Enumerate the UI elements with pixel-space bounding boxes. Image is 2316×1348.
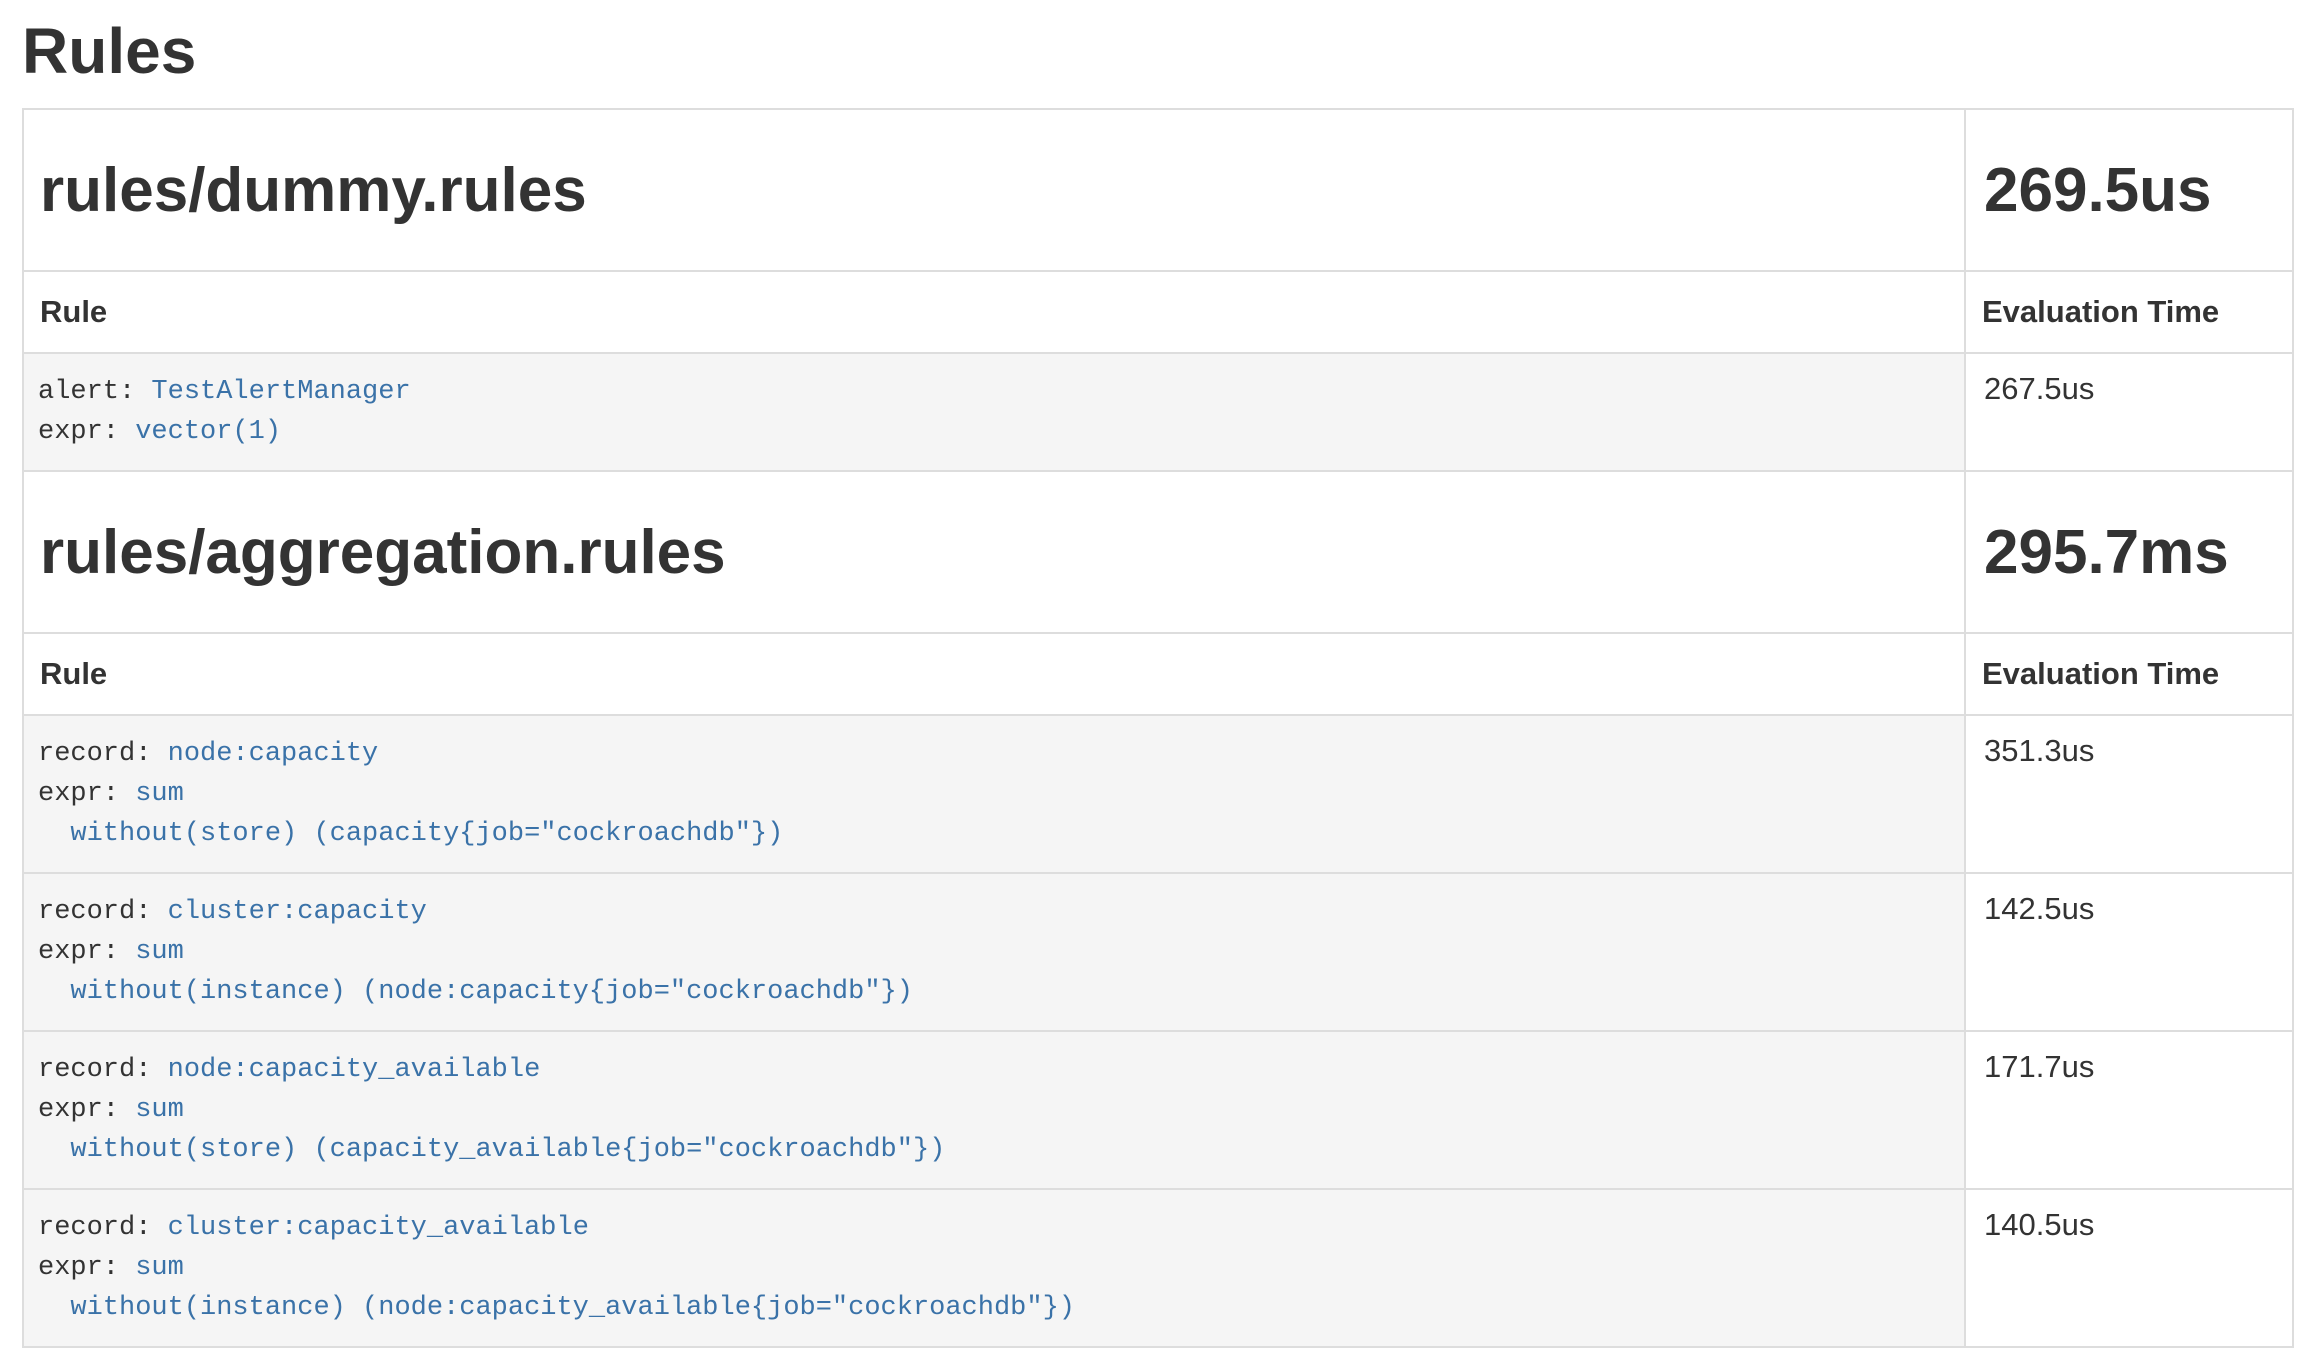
column-header-row: RuleEvaluation Time	[23, 633, 2293, 715]
page-title: Rules	[22, 16, 2294, 86]
rule-expression-link[interactable]: vector(1)	[135, 417, 281, 447]
rule-row: record: node:capacity_available expr: su…	[23, 1031, 2293, 1189]
rule-expression-link[interactable]: sum	[135, 1253, 184, 1283]
rule-row: alert: TestAlertManager expr: vector(1) 2…	[23, 353, 2293, 471]
rule-expression-link[interactable]: without(instance) (node:capacity{job="co…	[38, 977, 913, 1007]
evaluation-time-cell: 140.5us	[1965, 1189, 2293, 1347]
evaluation-time-cell: 267.5us	[1965, 353, 2293, 471]
evaluation-time-cell: 351.3us	[1965, 715, 2293, 873]
rule-expression-link[interactable]: node:capacity	[168, 739, 379, 769]
rule-field-label: expr:	[38, 779, 135, 809]
rule-expression-link[interactable]: sum	[135, 779, 184, 809]
rule-code: record: node:capacity expr: sum without(…	[38, 739, 783, 849]
evaluation-time-cell: 171.7us	[1965, 1031, 2293, 1189]
rule-group-title: rules/aggregation.rules	[23, 471, 1965, 633]
rule-field-label: record:	[38, 897, 168, 927]
rule-cell: alert: TestAlertManager expr: vector(1)	[23, 353, 1965, 471]
evaluation-time-cell: 142.5us	[1965, 873, 2293, 1031]
rules-page: Rules rules/dummy.rules269.5usRuleEvalua…	[0, 16, 2316, 1348]
rule-cell: record: cluster:capacity expr: sum witho…	[23, 873, 1965, 1031]
rule-row: record: node:capacity expr: sum without(…	[23, 715, 2293, 873]
rule-cell: record: node:capacity_available expr: su…	[23, 1031, 1965, 1189]
rule-expression-link[interactable]: cluster:capacity	[168, 897, 427, 927]
rule-expression-link[interactable]: TestAlertManager	[151, 377, 410, 407]
rule-code: record: cluster:capacity expr: sum witho…	[38, 897, 913, 1007]
column-header-evaluation-time: Evaluation Time	[1965, 633, 2293, 715]
rule-expression-link[interactable]: cluster:capacity_available	[168, 1213, 589, 1243]
column-header-rule: Rule	[23, 633, 1965, 715]
rule-expression-link[interactable]: without(instance) (node:capacity_availab…	[38, 1293, 1075, 1323]
rule-field-label: record:	[38, 739, 168, 769]
rule-group-evaluation-total: 295.7ms	[1965, 471, 2293, 633]
column-header-evaluation-time: Evaluation Time	[1965, 271, 2293, 353]
rule-expression-link[interactable]: without(store) (capacity_available{job="…	[38, 1135, 945, 1165]
rule-field-label: expr:	[38, 417, 135, 447]
rule-group-evaluation-total: 269.5us	[1965, 109, 2293, 271]
rule-cell: record: cluster:capacity_available expr:…	[23, 1189, 1965, 1347]
rule-group-header-row: rules/aggregation.rules295.7ms	[23, 471, 2293, 633]
rule-code: record: cluster:capacity_available expr:…	[38, 1213, 1075, 1323]
rule-field-label: expr:	[38, 937, 135, 967]
rule-field-label: alert:	[38, 377, 151, 407]
rules-table: rules/dummy.rules269.5usRuleEvaluation T…	[22, 108, 2294, 1348]
rule-code: record: node:capacity_available expr: su…	[38, 1055, 945, 1165]
rules-table-body: rules/dummy.rules269.5usRuleEvaluation T…	[23, 109, 2293, 1347]
rule-field-label: record:	[38, 1213, 168, 1243]
rule-group-header-row: rules/dummy.rules269.5us	[23, 109, 2293, 271]
rule-expression-link[interactable]: sum	[135, 1095, 184, 1125]
rule-field-label: expr:	[38, 1253, 135, 1283]
rule-row: record: cluster:capacity_available expr:…	[23, 1189, 2293, 1347]
rule-row: record: cluster:capacity expr: sum witho…	[23, 873, 2293, 1031]
rule-expression-link[interactable]: sum	[135, 937, 184, 967]
rule-cell: record: node:capacity expr: sum without(…	[23, 715, 1965, 873]
rule-field-label: expr:	[38, 1095, 135, 1125]
column-header-row: RuleEvaluation Time	[23, 271, 2293, 353]
rule-expression-link[interactable]: without(store) (capacity{job="cockroachd…	[38, 819, 783, 849]
rule-expression-link[interactable]: node:capacity_available	[168, 1055, 541, 1085]
rule-code: alert: TestAlertManager expr: vector(1)	[38, 377, 411, 447]
rule-field-label: record:	[38, 1055, 168, 1085]
column-header-rule: Rule	[23, 271, 1965, 353]
rule-group-title: rules/dummy.rules	[23, 109, 1965, 271]
